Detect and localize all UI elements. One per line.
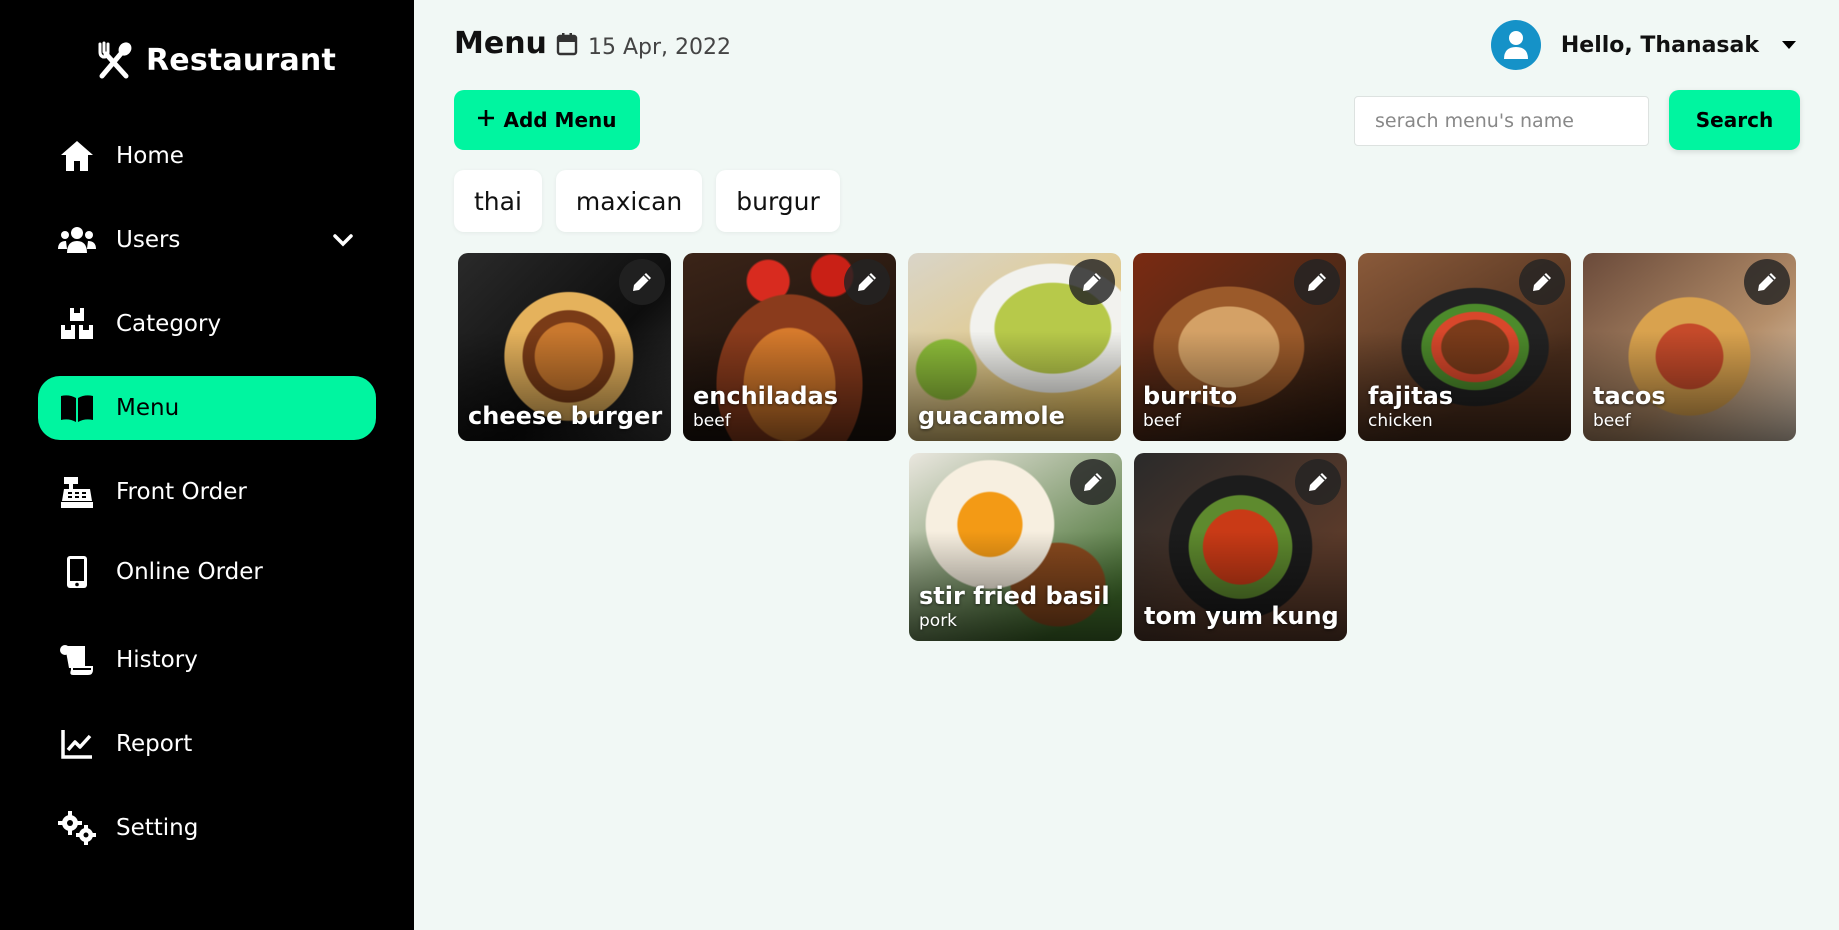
menu-card-sub: pork <box>919 611 958 631</box>
pencil-icon[interactable] <box>1519 259 1565 305</box>
menu-card-sub: chicken <box>1368 411 1433 431</box>
menu-card[interactable]: tacos beef <box>1583 253 1796 441</box>
card-text: fajitas chicken <box>1368 381 1454 431</box>
sidebar-item-category[interactable]: Category <box>38 292 376 356</box>
utensils-icon <box>94 40 134 80</box>
chevron-down-icon[interactable] <box>330 227 356 253</box>
menu-card-sub: beef <box>1593 411 1631 431</box>
sidebar-item-history[interactable]: History <box>38 628 376 692</box>
menu-card-name: fajitas <box>1368 381 1454 410</box>
category-chip-thai[interactable]: thai <box>454 170 542 232</box>
menu-card-sub: beef <box>693 411 731 431</box>
sidebar-item-menu[interactable]: Menu <box>38 376 376 440</box>
sidebar-item-users[interactable]: Users <box>38 208 376 272</box>
card-text: stir fried basil pork <box>919 581 1110 631</box>
sidebar-item-label: Users <box>116 227 181 253</box>
sidebar-item-label: Front Order <box>116 479 247 505</box>
search-input[interactable] <box>1354 96 1649 146</box>
category-chip-burgur[interactable]: burgur <box>716 170 840 232</box>
sidebar-item-online-order[interactable]: Online Order <box>38 540 376 604</box>
menu-card[interactable]: guacamole <box>908 253 1121 441</box>
search-button[interactable]: Search <box>1669 90 1800 150</box>
calendar-icon <box>556 32 578 62</box>
menu-card-name: stir fried basil <box>919 581 1110 610</box>
scroll-icon <box>58 641 96 679</box>
card-text: tom yum kung <box>1144 601 1339 631</box>
pencil-icon[interactable] <box>1070 459 1116 505</box>
menu-card[interactable]: cheese burger <box>458 253 671 441</box>
sidebar-item-label: Online Order <box>116 559 263 585</box>
brand-title: Restaurant <box>146 42 336 78</box>
pencil-icon[interactable] <box>1295 459 1341 505</box>
date-display: 15 Apr, 2022 <box>556 32 731 62</box>
cash-register-icon <box>58 473 96 511</box>
add-menu-button[interactable]: Add Menu <box>454 90 640 150</box>
menu-card[interactable]: enchiladas beef <box>683 253 896 441</box>
menu-grid: cheese burger enchiladas beef guacamole <box>458 253 1798 653</box>
chart-line-icon <box>58 725 96 763</box>
sidebar-item-label: Setting <box>116 815 199 841</box>
book-icon <box>58 389 96 427</box>
sidebar-item-label: Category <box>116 311 222 337</box>
pencil-icon[interactable] <box>1294 259 1340 305</box>
card-text: guacamole <box>918 401 1065 431</box>
add-menu-label: Add Menu <box>503 108 617 132</box>
page-title: Menu <box>454 26 547 61</box>
sidebar: Restaurant Home Users Category Menu Fron… <box>0 0 414 930</box>
menu-card[interactable]: burrito beef <box>1133 253 1346 441</box>
pencil-icon[interactable] <box>619 259 665 305</box>
sidebar-item-label: Home <box>116 143 184 169</box>
user-menu[interactable]: Hello, Thanasak <box>1490 20 1799 70</box>
users-icon <box>58 221 96 259</box>
sidebar-item-label: Menu <box>116 395 180 421</box>
gears-icon <box>58 809 96 847</box>
menu-card-name: burrito <box>1143 381 1238 410</box>
sidebar-nav: Home Users Category Menu Front Order Onl… <box>38 120 376 860</box>
category-filter: thai maxican burgur <box>454 170 840 232</box>
menu-card-name: cheese burger <box>468 401 663 430</box>
menu-card-name: tom yum kung <box>1144 601 1339 630</box>
mobile-icon <box>58 553 96 591</box>
home-icon <box>58 137 96 175</box>
menu-card-name: tacos <box>1593 381 1666 410</box>
plus-icon <box>477 108 495 132</box>
brand[interactable]: Restaurant <box>94 40 336 80</box>
sidebar-item-home[interactable]: Home <box>38 124 376 188</box>
menu-card[interactable]: tom yum kung <box>1134 453 1347 641</box>
card-text: cheese burger <box>468 401 663 431</box>
pencil-icon[interactable] <box>844 259 890 305</box>
category-chip-maxican[interactable]: maxican <box>555 170 703 232</box>
boxes-icon <box>58 305 96 343</box>
pencil-icon[interactable] <box>1069 259 1115 305</box>
user-greeting[interactable]: Hello, Thanasak <box>1561 33 1759 58</box>
menu-card-name: guacamole <box>918 401 1065 430</box>
card-text: enchiladas beef <box>693 381 838 431</box>
pencil-icon[interactable] <box>1744 259 1790 305</box>
menu-card[interactable]: fajitas chicken <box>1358 253 1571 441</box>
sidebar-item-setting[interactable]: Setting <box>38 796 376 860</box>
menu-card-name: enchiladas <box>693 381 838 410</box>
card-text: burrito beef <box>1143 381 1238 431</box>
avatar[interactable] <box>1490 20 1541 70</box>
date-text: 15 Apr, 2022 <box>588 34 732 60</box>
menu-card-sub: beef <box>1143 411 1181 431</box>
caret-down-icon[interactable] <box>1779 35 1799 55</box>
menu-card[interactable]: stir fried basil pork <box>909 453 1122 641</box>
sidebar-item-report[interactable]: Report <box>38 712 376 776</box>
sidebar-item-label: History <box>116 647 198 673</box>
sidebar-item-label: Report <box>116 731 193 757</box>
card-text: tacos beef <box>1593 381 1666 431</box>
sidebar-item-front-order[interactable]: Front Order <box>38 460 376 524</box>
